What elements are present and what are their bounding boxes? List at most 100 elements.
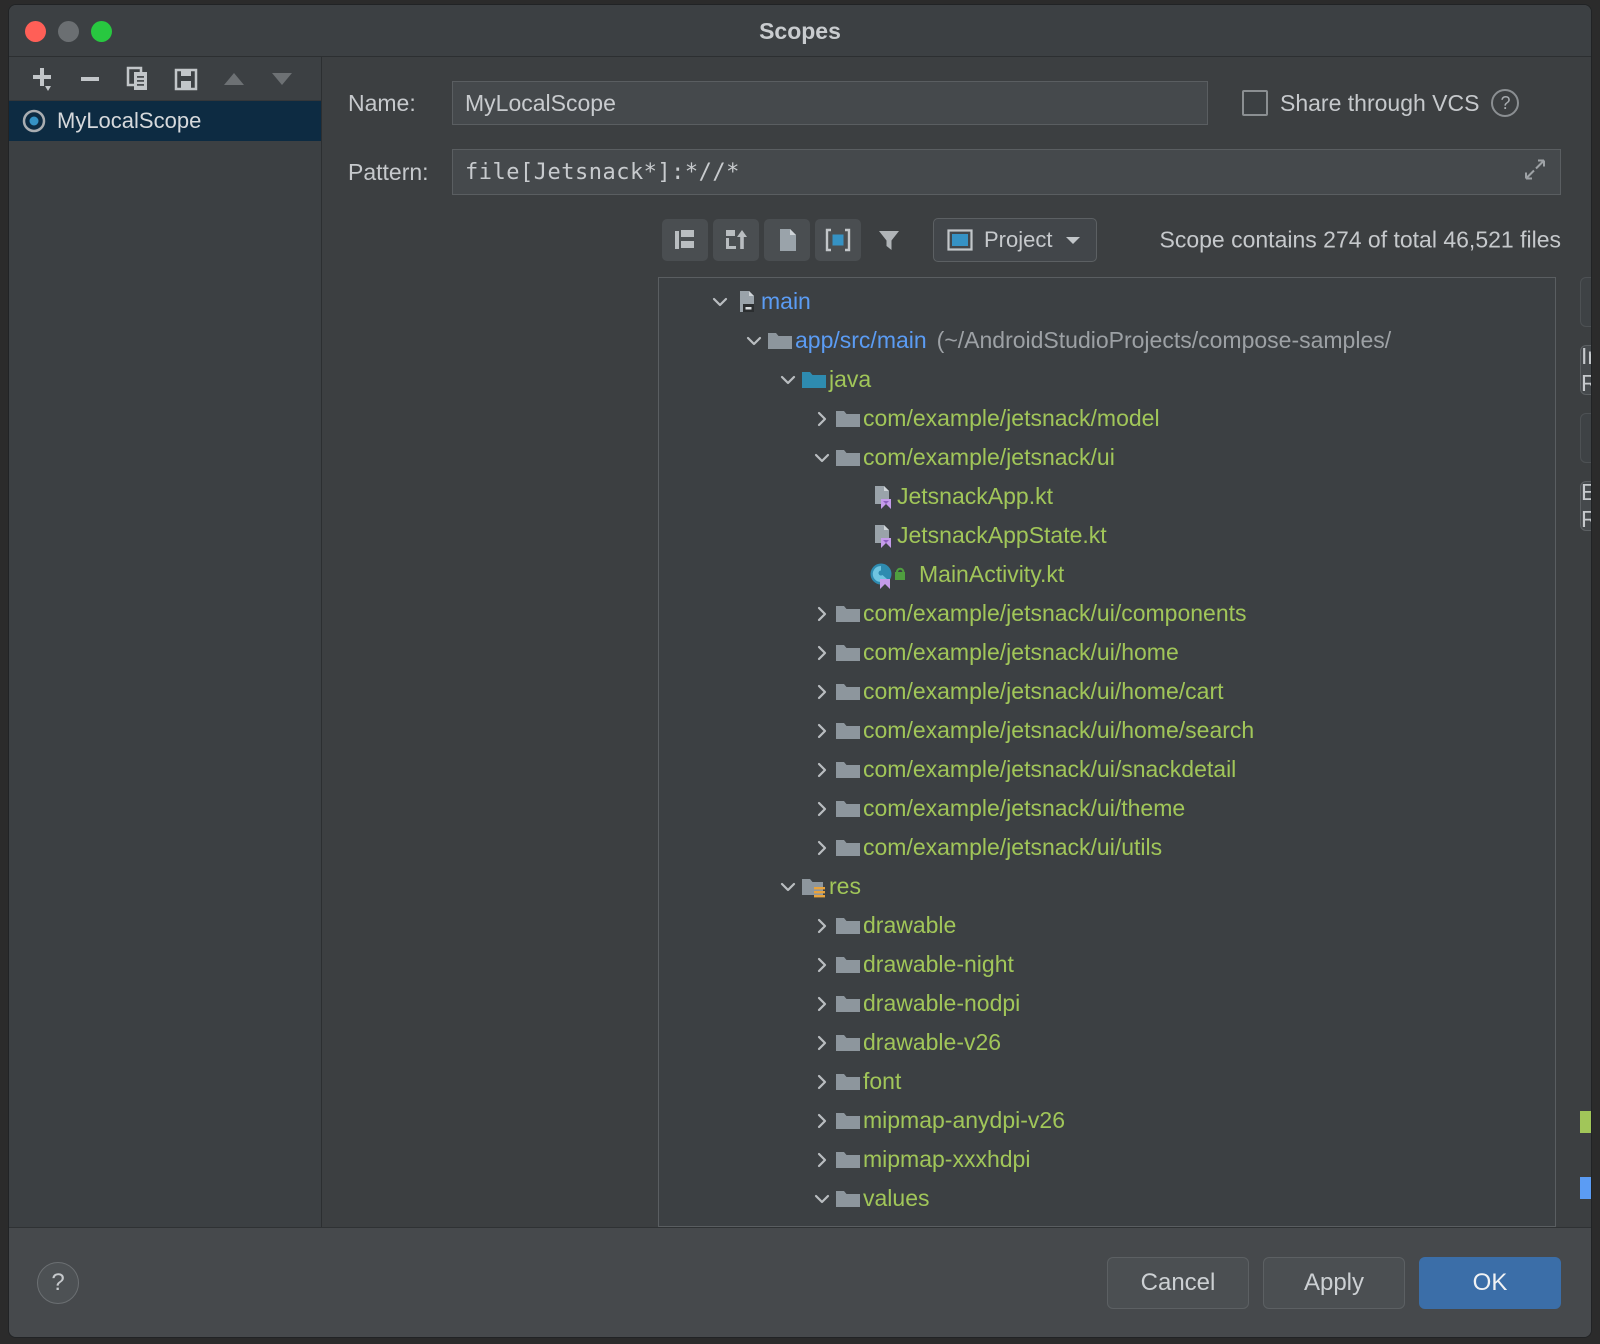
tree-row[interactable]: com/example/jetsnack/ui	[659, 438, 1555, 477]
tree-arrow-right-icon[interactable]	[811, 594, 833, 633]
tree-row[interactable]: drawable-v26	[659, 1023, 1555, 1062]
tree-arrow-right-icon[interactable]	[811, 672, 833, 711]
cancel-button[interactable]: Cancel	[1107, 1257, 1249, 1309]
tree-arrow-right-icon[interactable]	[811, 828, 833, 867]
folder-icon	[833, 599, 863, 629]
tree-arrow-placeholder	[845, 477, 867, 516]
tree-arrow-right-icon[interactable]	[811, 711, 833, 750]
tree-row[interactable]: com/example/jetsnack/ui/theme	[659, 789, 1555, 828]
tree-row[interactable]: JetsnackAppState.kt	[659, 516, 1555, 555]
pattern-input[interactable]: file[Jetsnack*]:*//*	[452, 149, 1561, 195]
tree-row[interactable]: mipmap-xxxhdpi	[659, 1140, 1555, 1179]
tree-arrow-right-icon[interactable]	[811, 789, 833, 828]
folder-icon	[833, 794, 863, 824]
tree-row[interactable]: mipmap-anydpi-v26	[659, 1101, 1555, 1140]
remove-scope-button[interactable]	[69, 61, 111, 97]
compact-middle-packages-button[interactable]	[713, 219, 759, 261]
scope-name-input[interactable]: MyLocalScope	[452, 81, 1208, 125]
tree-arrow-down-icon[interactable]	[743, 321, 765, 360]
tree-arrow-down-icon[interactable]	[709, 282, 731, 321]
tree-arrow-right-icon[interactable]	[811, 906, 833, 945]
tree-row[interactable]: values	[659, 1179, 1555, 1218]
folder-icon	[833, 677, 863, 707]
scope-list-toolbar	[9, 57, 321, 101]
tree-row[interactable]: drawable	[659, 906, 1555, 945]
legend-spacer	[1580, 549, 1592, 1095]
tree-row[interactable]: com/example/jetsnack/ui/home/search	[659, 711, 1555, 750]
move-scope-down-button[interactable]	[261, 61, 303, 97]
tree-row[interactable]: MainActivity.kt	[659, 555, 1555, 594]
tree-row[interactable]: res	[659, 867, 1555, 906]
scope-list-item-mylocalscope[interactable]: MyLocalScope	[9, 101, 321, 141]
tree-row[interactable]: drawable-night	[659, 945, 1555, 984]
tree-row[interactable]: main	[659, 282, 1555, 321]
folder-icon	[833, 638, 863, 668]
tree-arrow-down-icon[interactable]	[811, 1179, 833, 1218]
share-through-vcs-checkbox[interactable]	[1242, 90, 1268, 116]
expand-diagonal-icon[interactable]	[1522, 157, 1548, 188]
save-scope-button[interactable]	[165, 61, 207, 97]
flatten-packages-icon	[670, 225, 700, 255]
tree-row[interactable]: com/example/jetsnack/ui/home/cart	[659, 672, 1555, 711]
triangle-up-icon	[219, 64, 249, 94]
tree-arrow-right-icon[interactable]	[811, 399, 833, 438]
tree-arrow-down-icon[interactable]	[777, 360, 799, 399]
show-modules-button[interactable]	[815, 219, 861, 261]
pattern-row: Pattern: file[Jetsnack*]:*//*	[322, 149, 1591, 195]
folder-icon	[833, 1184, 863, 1214]
ok-button[interactable]: OK	[1419, 1257, 1561, 1309]
tree-row-label: drawable-nodpi	[863, 990, 1020, 1017]
copy-scope-button[interactable]	[117, 61, 159, 97]
tree-row[interactable]: app/src/main(~/AndroidStudioProjects/com…	[659, 321, 1555, 360]
view-scope-selector[interactable]: Project	[933, 218, 1097, 262]
tree-row-label: drawable-night	[863, 951, 1014, 978]
legend-partially-included: Partially included	[1580, 1161, 1592, 1215]
folder-icon	[833, 989, 863, 1019]
scope-file-count-text: Scope contains 274 of total 46,521 files	[1159, 227, 1561, 254]
tree-arrow-placeholder	[845, 516, 867, 555]
tree-arrow-right-icon[interactable]	[811, 1062, 833, 1101]
dialog-body: MyLocalScope Name: MyLocalScope Share th…	[9, 57, 1591, 1227]
show-modules-icon	[823, 225, 853, 255]
tree-arrow-right-icon[interactable]	[811, 1140, 833, 1179]
tree-arrow-right-icon[interactable]	[811, 984, 833, 1023]
tree-row[interactable]: com/example/jetsnack/ui/home	[659, 633, 1555, 672]
folder-icon	[833, 1106, 863, 1136]
tree-row[interactable]: font	[659, 1062, 1555, 1101]
help-button[interactable]: ?	[37, 1262, 79, 1304]
tree-row[interactable]: com/example/jetsnack/ui/snackdetail	[659, 750, 1555, 789]
folder-icon	[833, 443, 863, 473]
include-button[interactable]: Include	[1580, 277, 1592, 327]
include-recursively-button[interactable]: Include Recursively	[1580, 345, 1592, 395]
tree-arrow-right-icon[interactable]	[811, 633, 833, 672]
tree-arrow-right-icon[interactable]	[811, 750, 833, 789]
apply-button[interactable]: Apply	[1263, 1257, 1405, 1309]
scope-list-item-label: MyLocalScope	[57, 108, 201, 134]
tree-arrow-down-icon[interactable]	[811, 438, 833, 477]
question-mark-icon[interactable]: ?	[1491, 89, 1519, 117]
tree-row-label: com/example/jetsnack/ui/home/cart	[863, 678, 1224, 705]
tree-arrow-down-icon[interactable]	[777, 867, 799, 906]
tree-arrow-right-icon[interactable]	[811, 945, 833, 984]
exclude-recursively-button[interactable]: Exclude Recursively	[1580, 481, 1592, 531]
tree-arrow-right-icon[interactable]	[811, 1023, 833, 1062]
tree-arrow-right-icon[interactable]	[811, 1101, 833, 1140]
flatten-packages-button[interactable]	[662, 219, 708, 261]
window-title: Scopes	[9, 18, 1591, 45]
move-scope-up-button[interactable]	[213, 61, 255, 97]
tree-row[interactable]: com/example/jetsnack/ui/components	[659, 594, 1555, 633]
filter-button[interactable]	[866, 219, 912, 261]
project-tree-panel[interactable]: mainapp/src/main(~/AndroidStudioProjects…	[658, 277, 1556, 1227]
module-icon	[731, 287, 761, 317]
folder-icon	[833, 404, 863, 434]
tree-row[interactable]: com/example/jetsnack/model	[659, 399, 1555, 438]
tree-row[interactable]: com/example/jetsnack/ui/utils	[659, 828, 1555, 867]
tree-row[interactable]: drawable-nodpi	[659, 984, 1555, 1023]
filter-funnel-icon	[874, 225, 904, 255]
show-files-button[interactable]	[764, 219, 810, 261]
add-scope-button[interactable]	[21, 61, 63, 97]
tree-row[interactable]: java	[659, 360, 1555, 399]
exclude-button[interactable]: Exclude	[1580, 413, 1592, 463]
project-tree: mainapp/src/main(~/AndroidStudioProjects…	[659, 278, 1555, 1218]
tree-row[interactable]: JetsnackApp.kt	[659, 477, 1555, 516]
